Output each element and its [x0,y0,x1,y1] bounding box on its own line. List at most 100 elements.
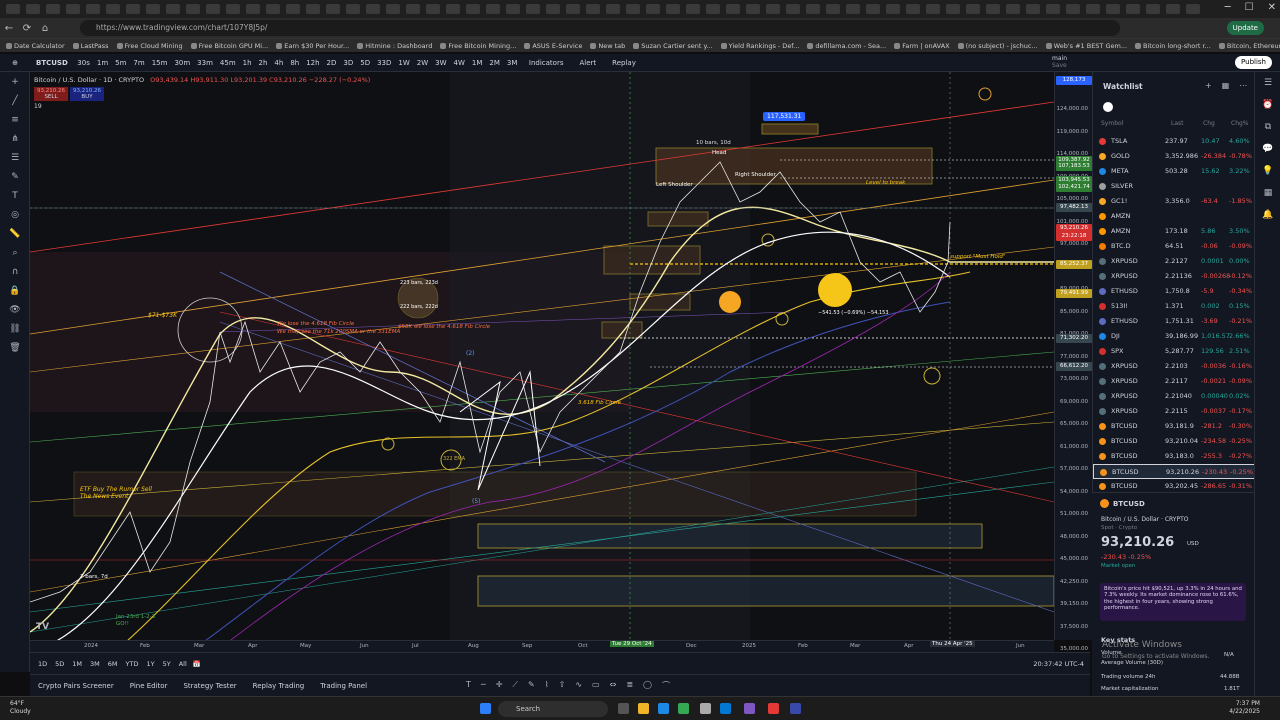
browser-tab[interactable] [246,4,260,14]
bookmark-item[interactable]: Hitmine : Dashboard [357,42,432,50]
watchlist-row[interactable]: META 503.28 15.62 3.22% [1093,164,1255,179]
browser-tab[interactable] [866,4,880,14]
timeframe-8h[interactable]: 8h [287,59,303,67]
browser-tab[interactable] [46,4,60,14]
brush-icon[interactable]: ✎ [0,167,30,186]
timeframe-3W[interactable]: 3W [432,59,450,67]
browser-tab[interactable] [186,4,200,14]
timeframe-30s[interactable]: 30s [74,59,94,67]
bookmark-item[interactable]: (no subject) - jschuc... [957,42,1038,50]
calendar-icon[interactable]: 📅 [193,660,201,668]
bottom-tab[interactable]: Trading Panel [320,682,367,690]
range-6M[interactable]: 6M [108,660,118,668]
weather-widget[interactable]: 64°F Cloudy [10,700,31,716]
watchlist-row[interactable]: BTCUSD 93,210.26 -230.43 -0.25% [1093,464,1255,479]
browser-tab[interactable] [546,4,560,14]
add-symbol-icon[interactable]: + [1205,81,1212,90]
browser-tab[interactable] [706,4,720,14]
browser-tab[interactable] [446,4,460,14]
chart-canvas[interactable]: 117,531.31 10 bars, 10d Head Left Should… [30,72,1054,640]
zoom-icon[interactable]: ⌕ [0,243,30,262]
bookmark-item[interactable]: LastPass [72,42,109,50]
browser-tab[interactable] [1006,4,1020,14]
watchlist-row[interactable]: SILVER [1093,179,1255,194]
path-tool-icon[interactable]: ⌇ [545,680,549,691]
refresh-icon[interactable]: ⟳ [18,23,36,34]
browser-tab[interactable] [526,4,540,14]
browser-tab[interactable] [686,4,700,14]
browser-tab[interactable] [1106,4,1120,14]
browser-tab[interactable] [846,4,860,14]
taskbar-search[interactable]: Search [498,701,608,717]
price-scale[interactable]: 124,000.00119,000.00114,000.00109,000.00… [1054,72,1092,652]
watchlist-row[interactable]: 513I! 1.371 0.002 0.15% [1093,299,1255,314]
home-icon[interactable]: ⌂ [36,23,54,34]
timeframe-3D[interactable]: 3D [340,59,357,67]
browser-tab[interactable] [486,4,500,14]
indicator-count[interactable]: 19 [34,103,370,110]
range-1Y[interactable]: 1Y [146,660,154,668]
bookmark-item[interactable]: Bitcoin, Ethereum, a... [1218,42,1280,50]
browser-tab[interactable] [1066,4,1080,14]
browser-tab[interactable] [926,4,940,14]
link-icon[interactable]: ⛓ [0,319,30,338]
bookmark-item[interactable]: Yield Rankings - Def... [720,42,799,50]
crosshair-icon[interactable]: + [0,72,30,91]
watchlist-row[interactable]: BTC.D 64.51 -0.06 -0.09% [1093,239,1255,254]
timeframe-1m[interactable]: 1m [93,59,111,67]
watchlist-row[interactable]: BTCUSD 93,210.04 -234.58 -0.25% [1093,434,1255,449]
watchlist-row[interactable]: SPX 5,287.77 129.56 2.51% [1093,344,1255,359]
timeframe-2h[interactable]: 2h [255,59,271,67]
bottom-tab[interactable]: Pine Editor [130,682,168,690]
browser-tab[interactable] [766,4,780,14]
detail-symbol[interactable]: BTCUSD [1113,500,1145,508]
pattern-icon[interactable]: ◎ [0,205,30,224]
range-All[interactable]: All [179,660,187,668]
utc-clock[interactable]: 20:37:42 UTC-4 [1033,660,1084,668]
trash-icon[interactable]: 🗑 [0,338,30,357]
time-axis[interactable]: 2024 Feb Mar Apr May Jun Jul Aug Sep Oct Dec 2025 Fe… [30,640,1054,652]
rect-tool-icon[interactable]: ▭ [592,680,600,691]
url-field[interactable]: https://www.tradingview.com/chart/107Y8J… [80,20,1120,36]
watchlist-row[interactable]: ETHUSD 1,750.8 -5.9 -0.34% [1093,284,1255,299]
more-icon[interactable]: ⋯ [1239,81,1247,90]
notifications-icon[interactable]: 🔔 [1255,204,1280,226]
bookmark-item[interactable]: Free Bitcoin Mining... [440,42,516,50]
browser-tab[interactable] [606,4,620,14]
timeframe-1h[interactable]: 1h [239,59,255,67]
symbol-search[interactable]: BTCUSD [30,59,74,67]
measure-tool-icon[interactable]: ⇔ [610,680,617,691]
fib-tool-icon[interactable]: ≣ [626,680,633,691]
browser-tab[interactable] [646,4,660,14]
fork-icon[interactable]: ⋔ [0,129,30,148]
browser-tab[interactable] [806,4,820,14]
col-last[interactable]: Last [1171,120,1184,127]
browser-tab[interactable] [586,4,600,14]
browser-tab[interactable] [1146,4,1160,14]
system-clock[interactable]: 7:37 PM 4/22/2025 [1229,700,1260,716]
browser-tab[interactable] [1086,4,1100,14]
bookmark-item[interactable]: Date Calculator [6,42,65,50]
browser-tab[interactable] [206,4,220,14]
watchlist-row[interactable]: XRPUSD 2.2103 -0.0036 -0.16% [1093,359,1255,374]
advanced-view-icon[interactable]: ▦ [1222,81,1230,90]
timeframe-4W[interactable]: 4W [450,59,468,67]
ideas-icon[interactable]: 💡 [1255,160,1280,182]
text-icon[interactable]: T [0,186,30,205]
browser-tab[interactable] [86,4,100,14]
watchlist-row[interactable]: GOLD 3,352.986 -26.384 -0.78% [1093,149,1255,164]
cursor-tool-icon[interactable]: ✛ [496,680,503,691]
watchlist-row[interactable]: BTCUSD 93,181.9 -281.2 -0.30% [1093,419,1255,434]
watchlist-row[interactable]: TSLA 237.97 10.47 4.60% [1093,134,1255,149]
range-YTD[interactable]: YTD [126,660,139,668]
timeframe-30m[interactable]: 30m [171,59,194,67]
browser-tab[interactable] [106,4,120,14]
layout-name[interactable]: main Save [1052,55,1067,69]
ellipse-tool-icon[interactable]: ◯ [643,680,652,691]
watchlist-row[interactable]: ETHUSD 1,751.31 -3.69 -0.21% [1093,314,1255,329]
browser-tab[interactable] [166,4,180,14]
bookmark-item[interactable]: Free Cloud Mining [116,42,183,50]
browser-tab[interactable] [126,4,140,14]
watchlist-row[interactable]: DJI 39,186.99 1,016.57 2.66% [1093,329,1255,344]
browser-tab[interactable] [1186,4,1200,14]
